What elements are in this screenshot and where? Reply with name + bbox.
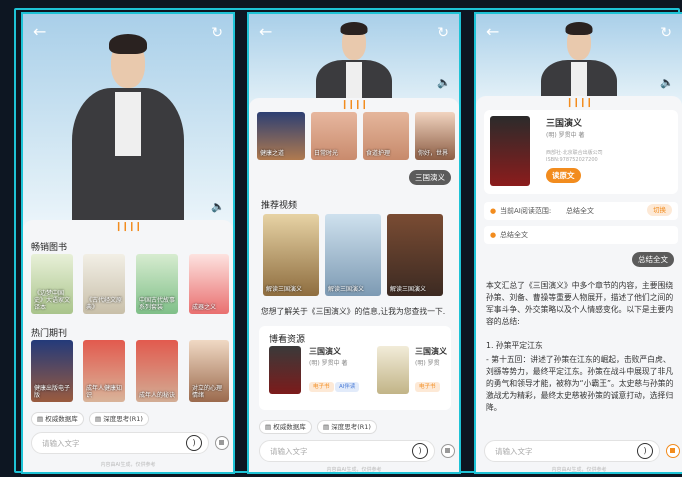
user-message-bubble: 三国演义	[409, 170, 451, 185]
disclaimer: 内容由AI生成，仅供参考	[326, 467, 382, 473]
book-cover[interactable]: 《边梦中国史》大语家文译本	[31, 254, 73, 314]
chat-input[interactable]: 请输入文字 )	[259, 440, 435, 462]
journal-cover[interactable]: 健康之道	[257, 112, 305, 160]
arrow-left-icon[interactable]: ←	[486, 24, 499, 40]
chip-deep-thinking[interactable]: ▤ 深度思考(R1)	[317, 420, 377, 434]
resource-author: (明) 罗贯中 著	[309, 360, 348, 367]
resource-title[interactable]: 三国演义	[415, 346, 447, 358]
video-card[interactable]: 解读三国演义	[387, 214, 443, 296]
resource-author: (明) 罗贯	[415, 360, 440, 367]
digital-human-avatar	[316, 20, 392, 120]
chip-deep-thinking[interactable]: ▤ 深度思考(R1)	[89, 412, 149, 426]
assistant-reply: 您想了解关于《三国演义》的信息,让我为您查找一下.	[261, 307, 446, 316]
stop-icon[interactable]	[215, 436, 229, 450]
arrow-left-icon[interactable]: ←	[33, 24, 46, 40]
summary-option[interactable]: ● 总结全文	[484, 226, 678, 244]
phone-screen-reading: ← ↻ 🔈 ❙❙❙❙ 三国演义 (明) 罗贯中 著 西部社·北京联合出版公司 I…	[474, 12, 682, 474]
summary-point-body: - 第十五回：讲述了孙策在江东的崛起，击败严白虎、刘繇等势力，最终平定江东。孙策…	[486, 355, 674, 412]
user-message-bubble: 总结全文	[632, 252, 674, 267]
speaker-icon[interactable]: 🔈	[660, 76, 674, 89]
journal-cover[interactable]: 健康出版电子版	[31, 340, 73, 402]
phone-screen-home: ← ↻ 🔈 ❙❙❙❙ 畅销图书 《边梦中国史》大语家文译本 《古代经文原典》 中…	[21, 12, 235, 474]
journal-cover[interactable]: 对立的心理情绪	[189, 340, 229, 402]
resource-title[interactable]: 三国演义	[309, 346, 341, 358]
digital-human-avatar	[68, 26, 188, 238]
chip-authoritative-database[interactable]: ▤ 权威数据库	[31, 412, 84, 426]
read-original-button[interactable]: 读原文	[546, 168, 581, 183]
disclaimer: 内容由AI生成，仅供参考	[100, 462, 156, 468]
section-title-resources: 博看资源	[269, 335, 306, 345]
refresh-icon[interactable]: ↻	[211, 25, 223, 41]
chip-authoritative-database[interactable]: ▤ 权威数据库	[259, 420, 312, 434]
book-cover[interactable]	[377, 346, 409, 394]
book-cover[interactable]: 成器之义	[189, 254, 229, 314]
video-card[interactable]: 解读三国演义	[263, 214, 319, 296]
book-cover[interactable]: 《古代经文原典》	[83, 254, 125, 314]
tag-ebook: 电子书	[309, 382, 334, 392]
disclaimer: 内容由AI生成，仅供参考	[551, 467, 607, 473]
book-publisher: 西部社·北京联合出版公司	[546, 150, 603, 156]
avatar-hero: ← ↻ 🔈	[23, 14, 233, 238]
book-title: 三国演义	[546, 119, 583, 129]
summary-point-title: 1. 孙策平定江东	[486, 341, 543, 350]
book-author: (明) 罗贯中 著	[546, 132, 585, 139]
refresh-icon[interactable]: ↻	[660, 25, 672, 41]
speaker-icon[interactable]: 🔈	[437, 76, 451, 89]
content-card: ❙❙❙❙ 畅销图书 《边梦中国史》大语家文译本 《古代经文原典》 中国古代故事系…	[23, 220, 233, 472]
section-title-videos: 推荐视频	[261, 201, 298, 211]
speaker-icon[interactable]: 🔈	[211, 200, 225, 213]
book-cover[interactable]	[269, 346, 301, 394]
assistant-answer: 本文汇总了《三国演义》中多个章节的内容，主要围绕孙策、刘备、曹操等重要人物展开，…	[486, 281, 674, 326]
tag-ebook: 电子书	[415, 382, 440, 392]
book-cover[interactable]	[490, 116, 530, 186]
resource-panel: 博看资源 三国演义 (明) 罗贯中 著 电子书 AI伴读 三国演义 (明) 罗贯…	[259, 326, 451, 410]
section-title-books: 畅销图书	[31, 243, 68, 253]
switch-button[interactable]: 切换	[647, 204, 672, 216]
refresh-icon[interactable]: ↻	[437, 25, 449, 41]
scope-value: 总结全文	[566, 207, 594, 215]
chat-input[interactable]: 请输入文字 )	[31, 432, 209, 454]
stop-icon[interactable]	[441, 444, 455, 458]
sound-wave-icon: ❙❙❙❙	[340, 100, 368, 110]
book-cover[interactable]: 中国古代故事系列套装	[136, 254, 178, 314]
tag-ai-reading: AI伴读	[335, 382, 360, 392]
journal-cover[interactable]: 成年人的秘诀	[136, 340, 178, 402]
sound-wave-icon: ❙❙❙❙	[565, 98, 593, 108]
mic-icon[interactable]: )	[637, 443, 653, 459]
chat-input[interactable]: 请输入文字 )	[484, 440, 660, 462]
summary-label: 总结全文	[500, 231, 528, 239]
book-isbn: ISBN:978752027200	[546, 157, 598, 163]
journal-cover[interactable]: 成年人健康知识	[83, 340, 125, 402]
journal-cover[interactable]: 你好，世界	[415, 112, 455, 160]
book-info-card: 三国演义 (明) 罗贯中 著 西部社·北京联合出版公司 ISBN:9787520…	[484, 110, 678, 194]
scope-label: 当前AI阅读范围:	[500, 207, 552, 215]
phone-screen-search: ← ↻ 🔈 ❙❙❙❙ 健康之道 日常时光 食道护理 你好，世界 三国演义 推荐视…	[247, 12, 461, 474]
section-title-journals: 热门期刊	[31, 329, 68, 339]
video-card[interactable]: 解读三国演义	[325, 214, 381, 296]
mic-icon[interactable]: )	[412, 443, 428, 459]
arrow-left-icon[interactable]: ←	[259, 24, 272, 40]
content-card: ❙❙❙❙ 三国演义 (明) 罗贯中 著 西部社·北京联合出版公司 ISBN:97…	[476, 96, 682, 473]
mic-icon[interactable]: )	[186, 435, 202, 451]
journal-cover[interactable]: 食道护理	[363, 112, 409, 160]
content-card: ❙❙❙❙ 健康之道 日常时光 食道护理 你好，世界 三国演义 推荐视频 解读三国…	[249, 98, 459, 473]
stop-icon[interactable]	[666, 444, 680, 458]
reading-scope-bar: ● 当前AI阅读范围: 总结全文 切换	[484, 202, 678, 220]
sound-wave-icon: ❙❙❙❙	[114, 222, 142, 232]
journal-cover[interactable]: 日常时光	[311, 112, 357, 160]
